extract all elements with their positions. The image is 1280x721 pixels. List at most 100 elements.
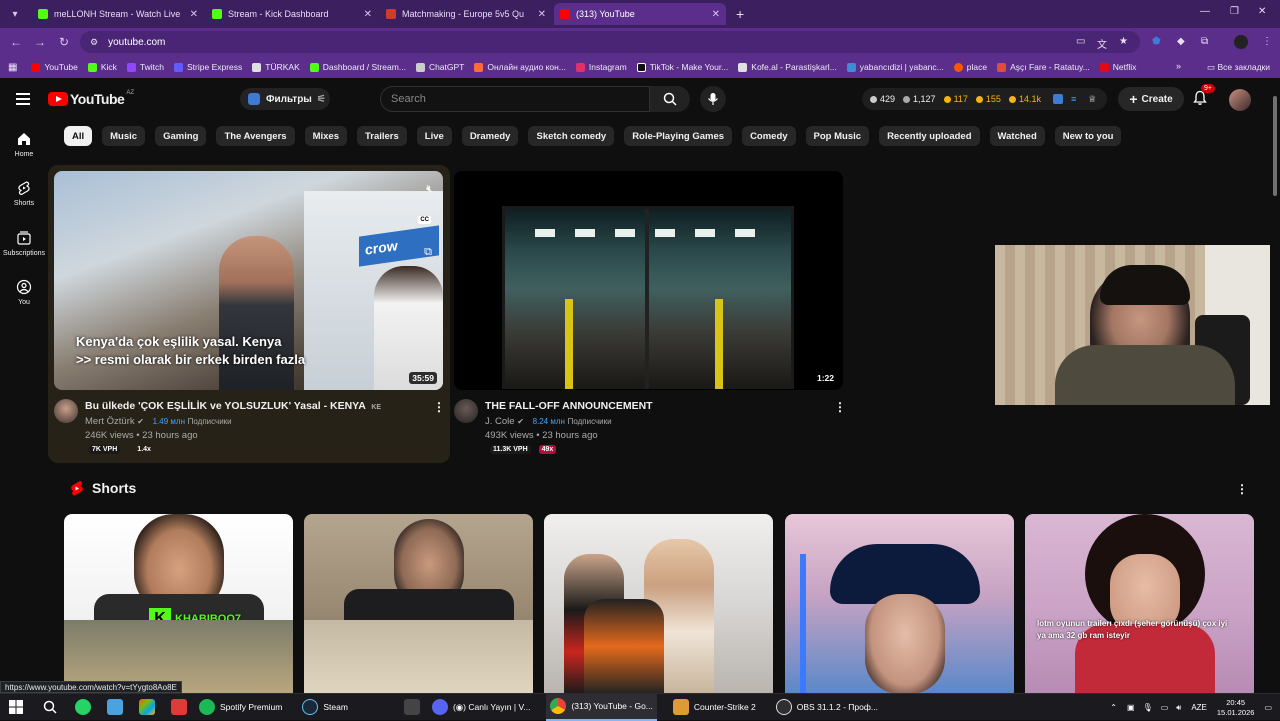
tab-close-icon[interactable]: ✕ [364, 9, 372, 20]
tab-close-icon[interactable]: ✕ [190, 9, 198, 20]
video-menu-icon[interactable]: ⋮ [433, 400, 445, 414]
browser-tab[interactable]: meLLONH Stream - Watch Live ✕ [32, 3, 204, 25]
taskbar-search-icon[interactable] [43, 700, 57, 714]
apps-grid-icon[interactable]: ▦ [8, 62, 17, 73]
extension-icon[interactable] [1052, 94, 1063, 104]
bookmark-item[interactable]: Aşçı Fare - Ratatuy... [997, 62, 1090, 72]
bookmark-item[interactable]: Instagram [575, 62, 627, 72]
short-card[interactable]: K KHABIBOO7 [64, 514, 293, 694]
bookmark-item[interactable]: ChatGPT [415, 62, 464, 72]
video-title[interactable]: THE FALL-OFF ANNOUNCEMENT [485, 400, 653, 412]
shorts-menu-icon[interactable]: ⋮ [1236, 482, 1248, 496]
notification-center-icon[interactable]: ▭ [1264, 703, 1272, 712]
extension-icon[interactable]: ◆ [1177, 36, 1185, 47]
search-button[interactable] [650, 86, 690, 112]
bookmark-item[interactable]: Netflix [1099, 62, 1136, 72]
browser-tab[interactable]: Stream - Kick Dashboard ✕ [206, 3, 378, 25]
cast-icon[interactable]: ▭ [1076, 36, 1085, 47]
extension-shield-icon[interactable]: ⬟ [1152, 36, 1161, 47]
tray-app-icon[interactable]: ▣ [1127, 703, 1135, 712]
chip-mixes[interactable]: Mixes [304, 126, 347, 146]
tab-close-icon[interactable]: ✕ [538, 9, 546, 20]
bookmark-item[interactable]: Twitch [126, 62, 164, 72]
site-info-icon[interactable]: ⚙ [90, 37, 98, 48]
microphone-icon[interactable]: 🎙︎ [1143, 703, 1153, 712]
video-title[interactable]: Bu ülkede 'ÇOK EŞLİLİK ve YOLSUZLUK' Yas… [85, 400, 381, 412]
browser-tab[interactable]: Matchmaking - Europe 5v5 Qu ✕ [380, 3, 552, 25]
new-tab-icon[interactable]: + [736, 6, 744, 22]
extensions-puzzle-icon[interactable]: ⧉ [1201, 36, 1208, 47]
back-icon[interactable]: ← [4, 35, 28, 49]
picture-in-picture-icon[interactable]: ⧉ [424, 246, 432, 259]
rail-item-you[interactable]: You [0, 279, 48, 306]
trophy-icon[interactable]: ♕ [1088, 94, 1096, 105]
bookmark-item[interactable]: TÜRKAK [252, 62, 300, 72]
chip-the-avengers[interactable]: The Avengers [216, 126, 295, 146]
minimize-icon[interactable]: — [1200, 6, 1210, 17]
taskbar-app-active[interactable]: (313) YouTube - Go... [546, 693, 657, 721]
notifications-button[interactable]: 9+ [1192, 84, 1215, 111]
bookmark-item[interactable]: TikTok - Make Your... [636, 62, 728, 72]
bookmark-item[interactable]: Dashboard / Stream... [309, 62, 406, 72]
page-scrollbar[interactable] [1270, 80, 1280, 693]
profile-avatar-icon[interactable] [1234, 35, 1248, 49]
tab-close-icon[interactable]: ✕ [712, 9, 720, 20]
chip-dramedy[interactable]: Dramedy [461, 126, 519, 146]
widgets-icon[interactable] [403, 699, 420, 715]
video-thumbnail[interactable]: 1:22 [454, 171, 843, 390]
all-bookmarks-link[interactable]: ▭ Все закладки [1207, 62, 1270, 73]
browser-menu-icon[interactable]: ⋮ [1262, 36, 1272, 47]
clock[interactable]: 20:45 15.01.2026 [1217, 698, 1255, 718]
chip-live[interactable]: Live [416, 126, 452, 146]
volume-icon[interactable]: 🔊︎ [1176, 703, 1181, 713]
account-avatar[interactable] [1229, 89, 1251, 111]
copilot-icon[interactable] [139, 699, 155, 715]
filters-button[interactable]: Фильтры ⚟ [240, 88, 330, 110]
tray-chevron-icon[interactable]: ⌃ [1110, 703, 1117, 712]
captions-icon[interactable]: CC [418, 216, 431, 224]
media-app-icon[interactable] [171, 699, 187, 715]
bookmark-item[interactable]: Онлайн аудио кон... [474, 62, 566, 72]
chip-new-to-you[interactable]: New to you [1054, 126, 1122, 146]
translate-icon[interactable]: 文 [1097, 36, 1107, 51]
bookmark-item[interactable]: Kick [87, 62, 117, 72]
bookmark-item[interactable]: yabancıdizi | yabanc... [846, 62, 944, 72]
more-bookmarks-icon[interactable]: » [1176, 61, 1181, 71]
bookmark-item[interactable]: place [953, 62, 987, 72]
mute-icon[interactable]: 🔇︎ [426, 183, 433, 196]
create-button[interactable]: + Create [1118, 87, 1184, 111]
scrollbar-thumb[interactable] [1273, 96, 1277, 196]
file-explorer-icon[interactable] [107, 699, 123, 715]
search-input[interactable]: Search [380, 86, 650, 112]
video-thumbnail[interactable]: crow Kenya'da çok eşlilik yasal. Kenya >… [54, 171, 443, 390]
taskbar-app[interactable]: Spotify Premium [195, 694, 286, 721]
taskbar-app[interactable]: OBS 31.1.2 - Проф... [772, 694, 882, 721]
tab-search-button[interactable]: ▾ [4, 3, 26, 25]
short-card[interactable] [785, 514, 1014, 694]
input-language[interactable]: AZE [1191, 703, 1207, 712]
network-icon[interactable]: ▭ [1161, 703, 1169, 712]
channel-name[interactable]: J. Cole [485, 416, 515, 427]
rail-item-subscriptions[interactable]: Subscriptions [0, 230, 48, 257]
chip-trailers[interactable]: Trailers [356, 126, 407, 146]
rail-item-home[interactable]: Home [0, 131, 48, 158]
bookmark-star-icon[interactable]: ★ [1119, 36, 1128, 47]
taskbar-app[interactable]: (◉) Canlı Yayın | V... [428, 694, 535, 721]
chip-gaming[interactable]: Gaming [155, 126, 207, 146]
short-card[interactable]: lotm oyunun trailerı çıxdı (şeher görünü… [1025, 514, 1254, 694]
short-card[interactable] [544, 514, 773, 694]
chip-all[interactable]: All [64, 126, 93, 146]
browser-tab-active[interactable]: (313) YouTube ✕ [554, 3, 726, 25]
forward-icon[interactable]: → [28, 35, 52, 49]
chip-watched[interactable]: Watched [989, 126, 1045, 146]
taskbar-app[interactable]: Counter-Strike 2 [669, 694, 760, 721]
windows-start-icon[interactable] [9, 700, 23, 714]
bookmark-item[interactable]: Stripe Express [174, 62, 242, 72]
channel-avatar[interactable] [54, 399, 78, 423]
bookmark-item[interactable]: YouTube [31, 62, 78, 72]
short-card[interactable] [304, 514, 533, 694]
channel-avatar[interactable] [454, 399, 478, 423]
chip-pop-music[interactable]: Pop Music [805, 126, 870, 146]
list-icon[interactable]: ≡ [1071, 94, 1076, 104]
chip-recently-uploaded[interactable]: Recently uploaded [879, 126, 980, 146]
